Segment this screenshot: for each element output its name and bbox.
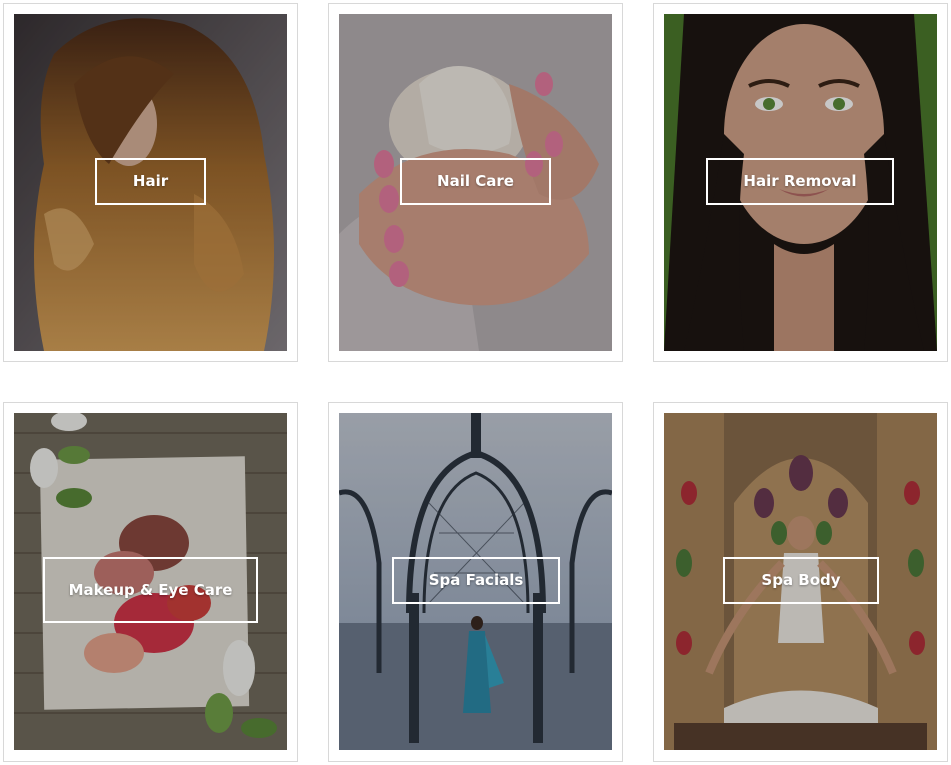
hair-removal-label[interactable]: Hair Removal bbox=[706, 158, 894, 205]
service-card-makeup-eye-care[interactable]: Makeup & Eye Care bbox=[3, 402, 298, 762]
hair-label[interactable]: Hair bbox=[95, 158, 206, 205]
service-card-hair[interactable]: Hair bbox=[3, 3, 298, 362]
service-card-nail-care[interactable]: Nail Care bbox=[328, 3, 623, 362]
spa-body-label[interactable]: Spa Body bbox=[723, 557, 879, 604]
spa-facials-label[interactable]: Spa Facials bbox=[392, 557, 560, 604]
nail-care-label[interactable]: Nail Care bbox=[400, 158, 551, 205]
makeup-eye-care-label[interactable]: Makeup & Eye Care bbox=[43, 557, 258, 623]
service-card-hair-removal[interactable]: Hair Removal bbox=[653, 3, 948, 362]
service-card-spa-body[interactable]: Spa Body bbox=[653, 402, 948, 762]
service-card-spa-facials[interactable]: Spa Facials bbox=[328, 402, 623, 762]
